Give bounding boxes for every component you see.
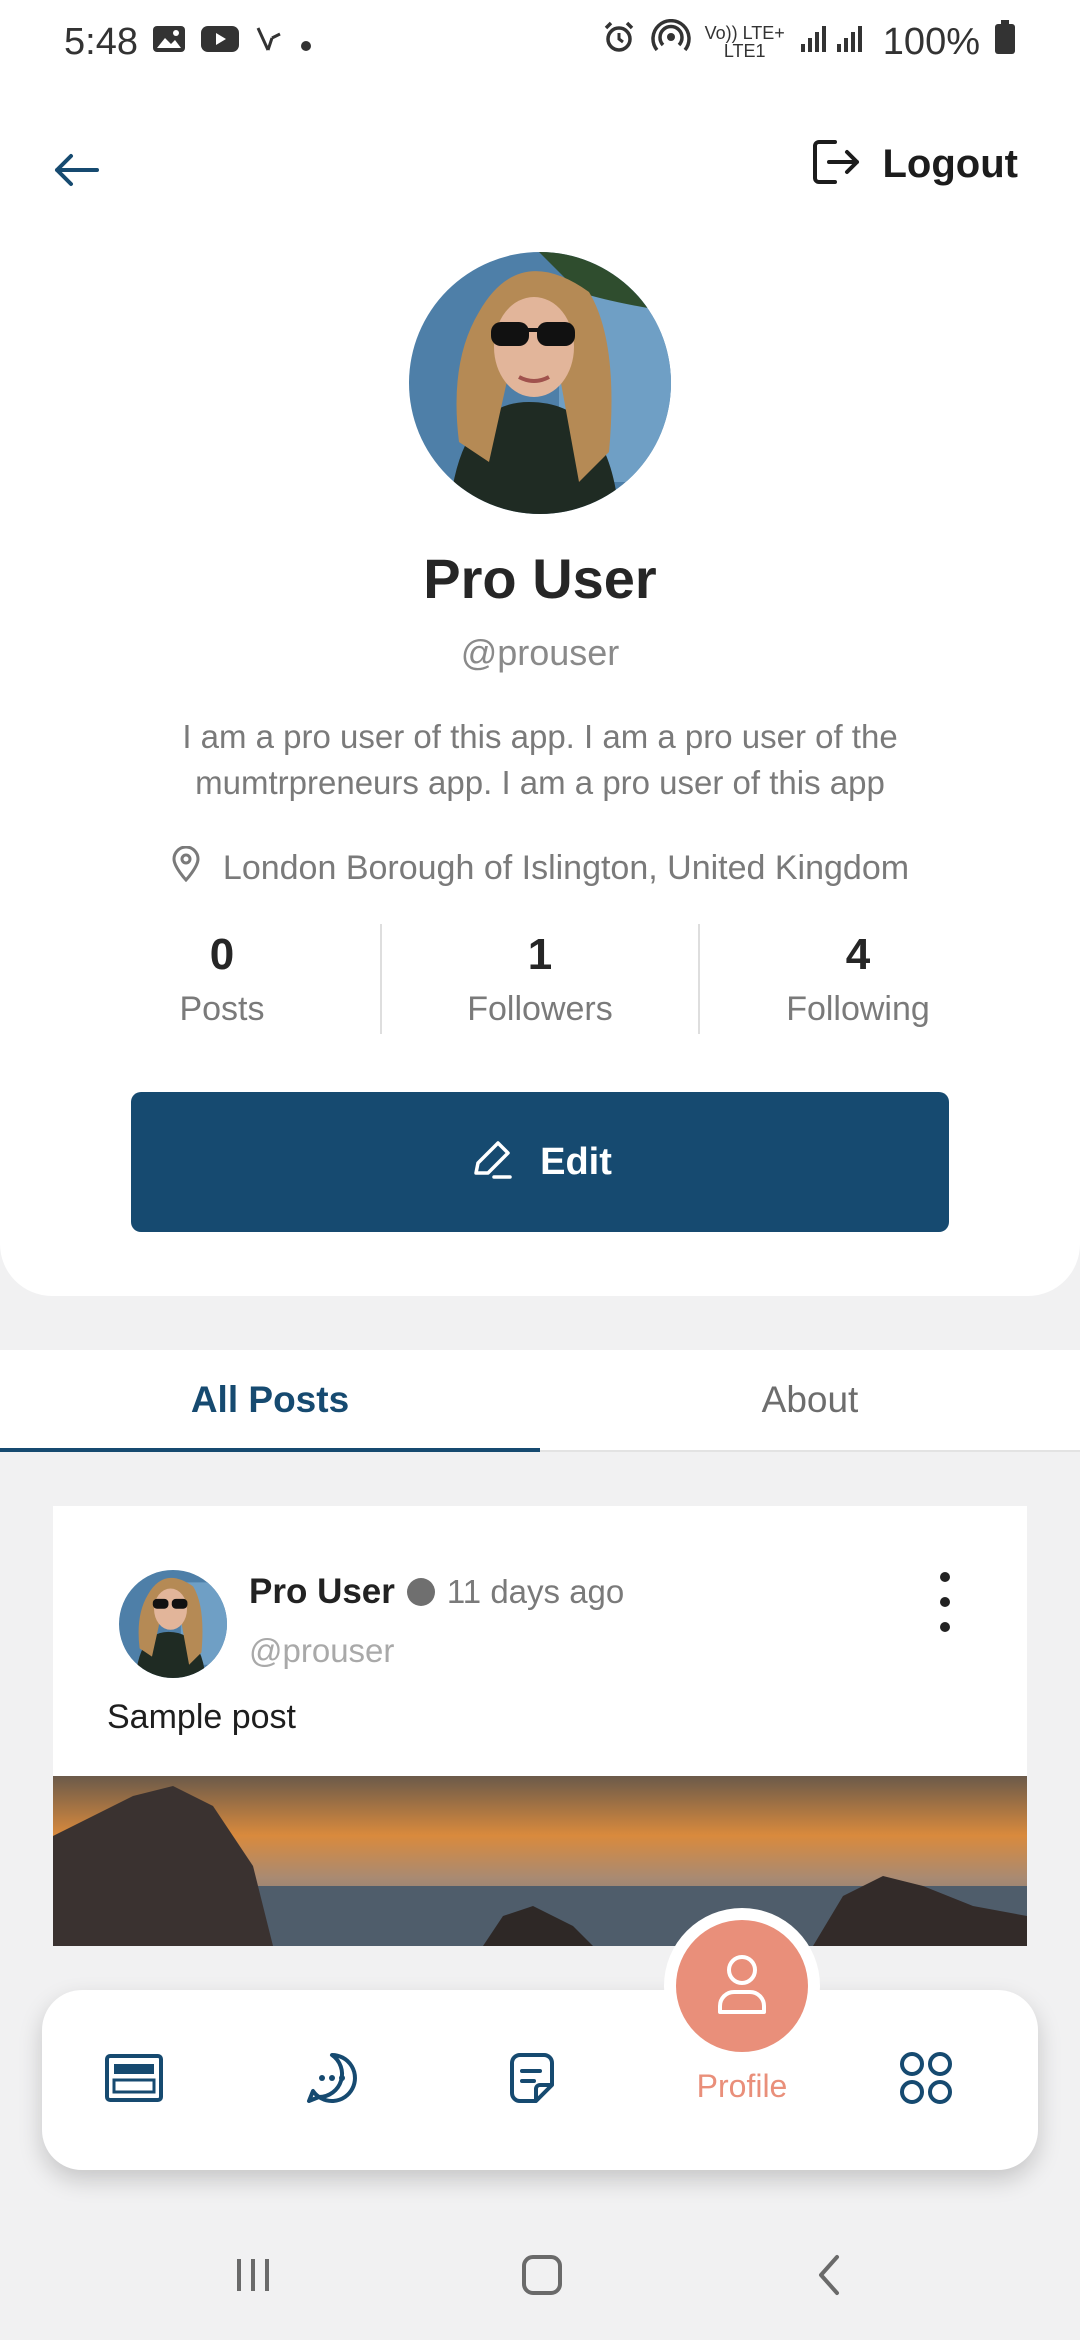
feed-icon: [104, 2053, 164, 2108]
separator-dot: [406, 1578, 435, 1606]
back-button[interactable]: [44, 140, 108, 204]
status-time: 5:48: [64, 20, 138, 63]
post-text: Sample post: [107, 1698, 296, 1736]
post-header: Pro User 11 days ago: [249, 1572, 624, 1612]
note-icon: [506, 2051, 558, 2110]
post-time: 11 days ago: [446, 1573, 625, 1610]
more-vertical-icon: [940, 1572, 950, 1582]
logout-label: Logout: [882, 142, 1019, 186]
stat-label: Followers: [467, 989, 613, 1028]
location-pin-icon: [171, 845, 201, 891]
profile-name: Pro User: [423, 547, 657, 610]
signal-icon: [799, 21, 869, 64]
nav-feed[interactable]: [74, 1990, 194, 2170]
profile-card: Logout Pro User @prouser I am a pro user…: [0, 84, 1080, 1296]
system-back-button[interactable]: [809, 2251, 849, 2304]
edit-profile-button[interactable]: Edit: [131, 1092, 949, 1232]
post-handle: @prouser: [249, 1632, 395, 1669]
gallery-icon: [152, 21, 186, 64]
arrow-left-icon: [51, 150, 101, 195]
post-image[interactable]: [53, 1776, 1027, 1946]
system-navigation-bar: [0, 2214, 1080, 2340]
stat-count: 4: [845, 929, 871, 979]
logout-button[interactable]: Logout: [807, 134, 1019, 195]
stat-followers[interactable]: 1 Followers: [380, 924, 698, 1034]
post-card[interactable]: Pro User 11 days ago @prouser Sample pos…: [53, 1506, 1027, 1946]
stat-count: 1: [527, 929, 553, 979]
status-bar: 5:48 Vo)) LTE+ LTE1 100%: [0, 0, 1080, 84]
profile-stats: 0 Posts 1 Followers 4 Following: [64, 924, 1016, 1034]
profile-handle: @prouser: [460, 632, 620, 673]
logout-icon: [807, 134, 863, 195]
network-type: Vo)) LTE+ LTE1: [704, 23, 785, 61]
nav-chat[interactable]: [272, 1990, 392, 2170]
stat-posts[interactable]: 0 Posts: [64, 924, 380, 1034]
tab-all-posts[interactable]: All Posts: [0, 1350, 540, 1452]
youtube-icon: [200, 21, 240, 64]
apps-grid-icon: [899, 2051, 953, 2110]
profile-active-indicator: [676, 1920, 808, 2052]
post-author-avatar[interactable]: [119, 1570, 227, 1678]
profile-bio: I am a pro user of this app. I am a pro …: [182, 718, 898, 801]
alarm-icon: [601, 19, 637, 65]
post-author[interactable]: Pro User: [249, 1572, 395, 1612]
chat-icon: [305, 2051, 359, 2110]
battery-percent: 100%: [882, 20, 980, 63]
recent-apps-button[interactable]: [231, 2253, 275, 2302]
more-options-button[interactable]: [935, 1572, 955, 1632]
stat-label: Following: [786, 989, 930, 1028]
nav-apps[interactable]: [866, 1990, 986, 2170]
missed-call-icon: [254, 21, 284, 64]
stat-following[interactable]: 4 Following: [698, 924, 1016, 1034]
nav-profile[interactable]: [664, 1908, 820, 2064]
location-text: London Borough of Islington, United King…: [222, 849, 910, 887]
stat-count: 0: [209, 929, 235, 979]
nav-profile-label[interactable]: Profile: [662, 2068, 822, 2105]
hotspot-icon: [650, 19, 691, 65]
pencil-icon: [468, 1137, 514, 1188]
notification-dot-icon: [298, 21, 314, 64]
nav-notes[interactable]: [472, 1990, 592, 2170]
bottom-navigation: Profile: [42, 1908, 1038, 2170]
stat-label: Posts: [179, 989, 265, 1028]
battery-icon: [994, 19, 1016, 65]
edit-label: Edit: [540, 1140, 612, 1183]
home-button[interactable]: [518, 2251, 566, 2304]
profile-location: London Borough of Islington, United King…: [0, 845, 1080, 891]
profile-avatar[interactable]: [409, 252, 671, 514]
profile-tabs: All Posts About: [0, 1350, 1080, 1452]
tab-about[interactable]: About: [540, 1350, 1080, 1450]
profile-icon: [714, 1952, 770, 2021]
